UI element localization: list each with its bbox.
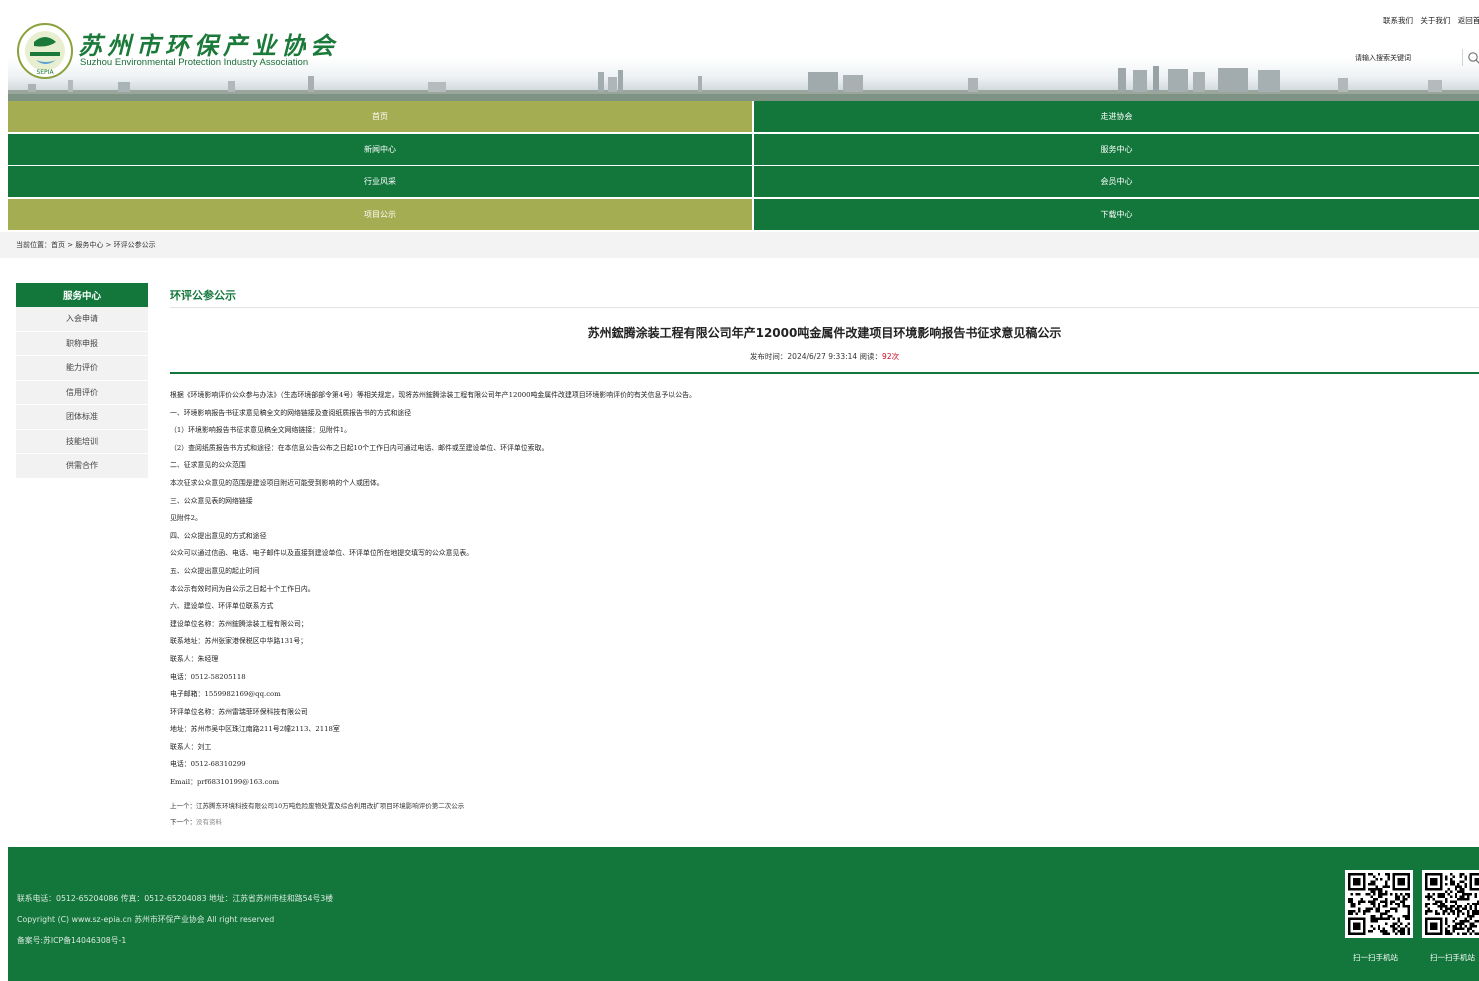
article-paragraph: 电子邮箱：1559982169@qq.com [170, 690, 281, 699]
article-pager: 上一个：江苏腾东环境科技有限公司10万吨危险废物处置及综合利用改扩项目环境影响评… [170, 800, 464, 832]
sidebar-item-credit[interactable]: 信用评价 [16, 380, 148, 405]
article-paragraph: 电话：0512-68310299 [170, 760, 246, 769]
sidebar-item-ability[interactable]: 能力评价 [16, 356, 148, 381]
article-paragraph: 二、征求意见的公众范围 [170, 461, 246, 470]
sidebar-item-training[interactable]: 技能培训 [16, 429, 148, 454]
article-paragraph: 电话：0512-58205118 [170, 672, 246, 681]
nav-item-projects[interactable]: 项目公示 [8, 199, 752, 230]
article-paragraph: 三、公众意见表的网络链接 [170, 496, 253, 505]
nav-item-about[interactable]: 走进协会 [754, 101, 1479, 132]
nav-item-member[interactable]: 会员中心 [754, 166, 1479, 197]
prev-article[interactable]: 上一个：江苏腾东环境科技有限公司10万吨危险废物处置及综合利用改扩项目环境影响评… [170, 800, 464, 816]
article-paragraph: 联系人：刘工 [170, 742, 212, 751]
article-paragraph: 本次征求公众意见的范围是建设项目附近可能受到影响的个人或团体。 [170, 478, 384, 487]
footer-info: 联系电话：0512-65204086 传真：0512-65204083 地址：江… [17, 893, 333, 956]
nav-item-industry[interactable]: 行业风采 [8, 166, 752, 197]
footer-copyright: Copyright (C) www.sz-epia.cn 苏州市环保产业协会 A… [17, 915, 275, 924]
section-divider [170, 307, 1479, 308]
breadcrumb-bar [0, 232, 1479, 258]
logo-english-title: Suzhou Environmental Protection Industry… [80, 57, 309, 68]
article-paragraph: （1）环境影响报告书征求意见稿全文网络链接：见附件1。 [170, 426, 352, 435]
contact-us-link[interactable]: 联系我们 [1383, 16, 1413, 25]
footer-contact: 联系电话：0512-65204086 传真：0512-65204083 地址：江… [17, 894, 334, 903]
footer-icp[interactable]: 备案号:苏ICP备14046308号-1 [17, 935, 333, 956]
article-hit-count: 92次 [882, 352, 900, 361]
next-article[interactable]: 下一个：没有资料 [170, 816, 464, 832]
back-home-link[interactable]: 返回首页 [1458, 16, 1479, 25]
sidebar: 服务中心 入会申请 职称申报 能力评价 信用评价 团体标准 技能培训 供需合作 [16, 283, 148, 479]
association-logo-icon: SEPIA [17, 23, 73, 79]
search-divider [1462, 49, 1463, 66]
article-paragraph: 建设单位名称：苏州鋐腾涂装工程有限公司； [170, 619, 308, 628]
nav-item-service[interactable]: 服务中心 [754, 134, 1479, 165]
article-paragraph: 联系地址：苏州张家港保税区中华路131号； [170, 637, 308, 646]
qr-caption: 扫一扫手机站 [1430, 953, 1475, 962]
article-divider [170, 372, 1479, 374]
nav-item-news[interactable]: 新闻中心 [8, 134, 752, 165]
article-paragraph: 本公示有效时间为自公示之日起十个工作日内。 [170, 584, 315, 593]
search-input[interactable] [1355, 51, 1455, 65]
top-links: 联系我们 关于我们 返回首页 [1383, 15, 1479, 26]
sidebar-item-membership[interactable]: 入会申请 [16, 307, 148, 332]
nav-item-download[interactable]: 下载中心 [754, 199, 1479, 230]
sidebar-title: 服务中心 [16, 283, 148, 307]
qr-code-mobile-site [1345, 870, 1413, 938]
next-article-link[interactable]: 没有资料 [196, 818, 222, 826]
sidebar-item-standards[interactable]: 团体标准 [16, 405, 148, 430]
article-paragraph: 根据《环境影响评价公众参与办法》（生态环境部部令第4号）等相关规定，现将苏州鋐腾… [170, 391, 696, 399]
article-paragraph: 地址：苏州市吴中区珠江南路211号2幢2113、2118室 [170, 725, 340, 734]
article-paragraph: Email：prf68310199@163.com [170, 778, 280, 787]
breadcrumb[interactable]: 当前位置：首页 > 服务中心 > 环评公参公示 [16, 240, 156, 250]
qr-code-icon [1348, 873, 1410, 935]
prev-article-link[interactable]: 江苏腾东环境科技有限公司10万吨危险废物处置及综合利用改扩项目环境影响评价第二次… [196, 802, 464, 810]
article-title: 苏州鋐腾涂装工程有限公司年产12000吨金属件改建项目环境影响报告书征求意见稿公… [587, 326, 1062, 340]
about-us-link[interactable]: 关于我们 [1420, 16, 1450, 25]
logo-chinese-title: 苏州市环保产业协会 [78, 31, 339, 60]
qr-code-icon [1425, 873, 1479, 935]
article-body: 根据《环境影响评价公众参与办法》（生态环境部部令第4号）等相关规定，现将苏州鋐腾… [170, 390, 1470, 795]
article-paragraph: 五、公众提出意见的起止时间 [170, 566, 260, 575]
site-header: SEPIA 苏州市环保产业协会 Suzhou Environmental Pro… [0, 0, 1479, 101]
sidebar-item-cooperation[interactable]: 供需合作 [16, 454, 148, 479]
article-paragraph: 公众可以通过信函、电话、电子邮件以及直接到建设单位、环评单位所在地提交填写的公众… [170, 549, 474, 558]
article-paragraph: （2）查阅纸质报告书方式和途径：在本信息公告公布之日起10个工作日内可通过电话、… [170, 443, 549, 452]
article-paragraph: 六、建设单位、环评单位联系方式 [170, 602, 274, 611]
article-paragraph: 见附件2。 [170, 514, 202, 523]
svg-text:SEPIA: SEPIA [36, 69, 54, 76]
prev-label: 上一个： [170, 802, 196, 810]
article-publish-info: 发布时间：2024/6/27 9:33:14 阅读： [749, 352, 883, 361]
article-paragraph: 四、公众提出意见的方式和途径 [170, 531, 267, 540]
main-nav: 首页 走进协会 新闻中心 服务中心 行业风采 会员中心 项目公示 下载中心 [8, 101, 1479, 230]
article-paragraph: 联系人：朱经理 [170, 654, 219, 663]
qr-caption: 扫一扫手机站 [1353, 953, 1398, 962]
article-paragraph: 环评单位名称：苏州雷瑞菲环保科技有限公司 [170, 707, 308, 716]
search-box [1345, 47, 1479, 69]
next-label: 下一个： [170, 818, 196, 826]
article-meta: 发布时间：2024/6/27 9:33:14 阅读：92次 [170, 351, 1479, 362]
search-icon[interactable] [1467, 51, 1479, 65]
article-paragraph: 一、环境影响报告书征求意见稿全文的网络链接及查阅纸质报告书的方式和途径 [170, 408, 412, 417]
sidebar-item-title-declare[interactable]: 职称申报 [16, 331, 148, 356]
section-title: 环评公参公示 [170, 289, 236, 302]
nav-item-home[interactable]: 首页 [8, 101, 752, 132]
qr-code-wechat [1422, 870, 1479, 938]
